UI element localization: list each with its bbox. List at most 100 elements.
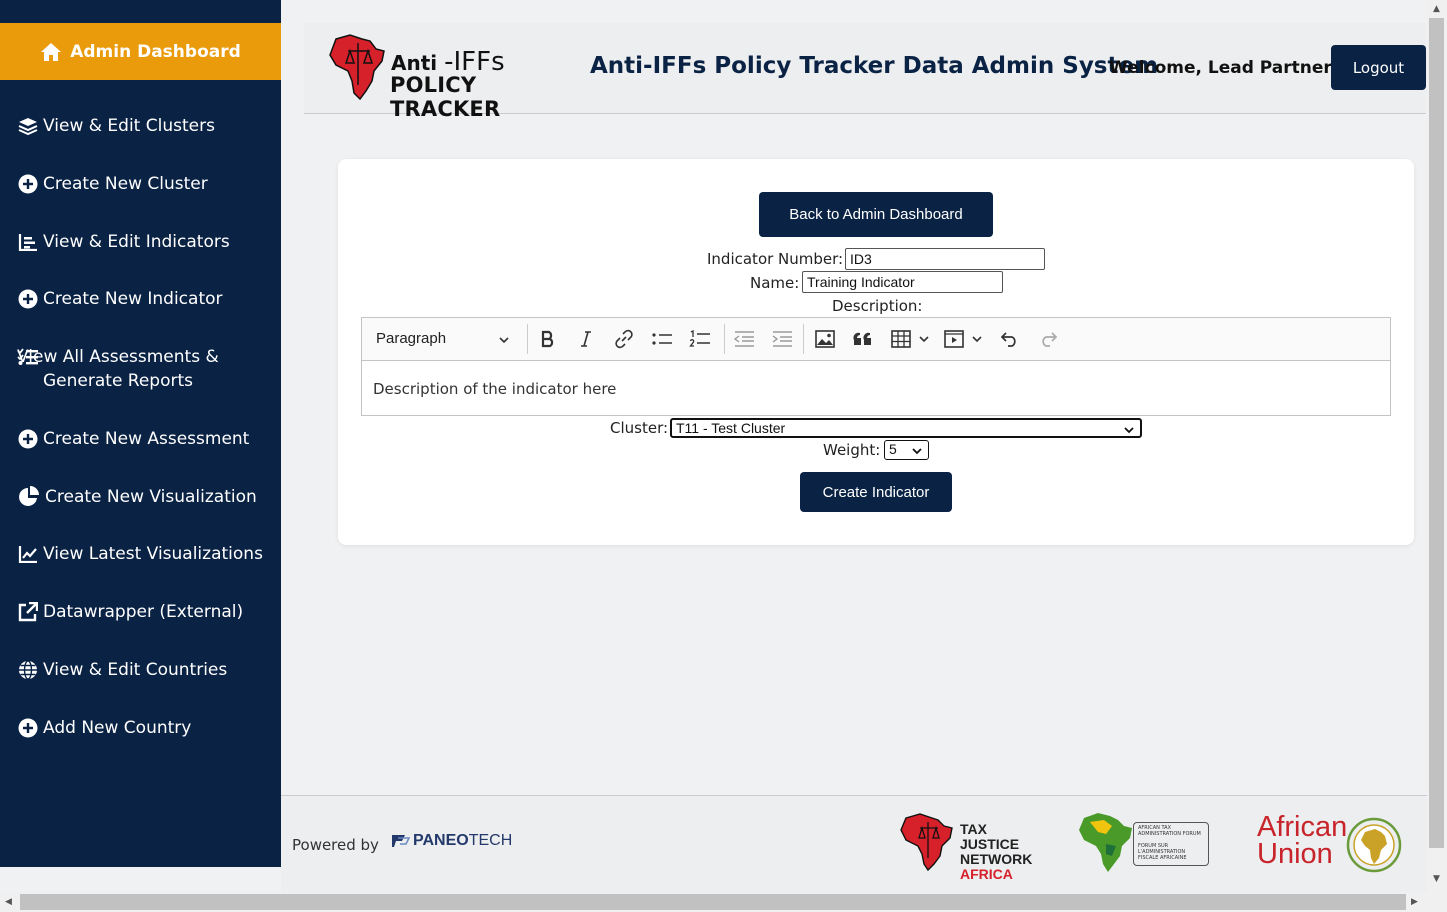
sidebar-item-label: Create New Assessment xyxy=(43,429,250,449)
cluster-select[interactable]: T11 - Test Cluster xyxy=(670,418,1142,438)
sidebar-item-label: Datawrapper (External) xyxy=(43,602,244,622)
sidebar-item-view-edit-countries[interactable]: View & Edit Countries xyxy=(17,658,267,682)
chevron-down-icon xyxy=(911,444,923,461)
tjn-line-2: NETWORK xyxy=(960,851,1033,867)
image-icon[interactable] xyxy=(814,328,836,350)
editor-toolbar: Paragraph xyxy=(362,318,1390,361)
vertical-scroll-thumb[interactable] xyxy=(1429,18,1444,848)
sidebar-item-label: Create New Cluster xyxy=(43,174,208,194)
external-link-icon xyxy=(17,601,39,623)
paneotech-mark-icon xyxy=(392,835,411,847)
create-indicator-button[interactable]: Create Indicator xyxy=(800,472,952,512)
horizontal-scrollbar[interactable]: ◀ ▶ xyxy=(0,892,1427,912)
sidebar-item-label: View & Edit Countries xyxy=(43,660,228,680)
scroll-down-arrow-icon[interactable]: ▼ xyxy=(1433,874,1440,884)
numbered-list-icon[interactable] xyxy=(688,328,712,350)
sidebar-item-view-latest-visualizations[interactable]: View Latest Visualizations xyxy=(17,542,267,566)
cluster-selected-value: T11 - Test Cluster xyxy=(676,420,786,436)
logo-text-policy-tracker: POLICY TRACKER xyxy=(390,73,501,121)
vertical-scrollbar[interactable]: ▲ ▼ xyxy=(1427,0,1447,892)
tjn-line-3: AFRICA xyxy=(960,866,1013,882)
scroll-left-arrow-icon[interactable]: ◀ xyxy=(5,897,12,907)
paneotech-text-a: PANEO xyxy=(413,832,469,849)
undo-icon[interactable] xyxy=(999,328,1021,350)
logout-button[interactable]: Logout xyxy=(1331,45,1426,90)
page-title: Anti-IFFs Policy Tracker Data Admin Syst… xyxy=(590,53,1159,79)
plus-circle-icon xyxy=(17,173,39,195)
african-union-emblem-icon xyxy=(1346,817,1402,873)
description-label: Description: xyxy=(832,297,923,315)
description-editor: Paragraph Description of the indicator h… xyxy=(361,317,1391,416)
sidebar-item-datawrapper[interactable]: Datawrapper (External) xyxy=(17,600,267,624)
ataf-line-1: AFRICAN TAX ADMINISTRATION FORUM xyxy=(1138,825,1201,837)
indicator-number-input[interactable] xyxy=(845,248,1045,270)
ataf-line-2: FORUM SUR L'ADMINISTRATION FISCALE AFRIC… xyxy=(1138,843,1187,861)
sidebar-item-add-country[interactable]: Add New Country xyxy=(17,716,267,740)
list-chart-icon xyxy=(17,231,39,253)
sidebar-item-label: View & Edit Indicators xyxy=(43,232,230,252)
sidebar-item-view-assessments[interactable]: View All Assessments & Generate Reports xyxy=(17,345,267,393)
sidebar-admin-dashboard-label: Admin Dashboard xyxy=(70,41,241,62)
table-icon[interactable] xyxy=(890,328,912,350)
layers-icon xyxy=(17,115,39,137)
weight-select[interactable]: 5 xyxy=(884,440,929,460)
weight-label: Weight: xyxy=(823,441,881,459)
paneotech-text-b: TECH xyxy=(468,832,513,849)
media-embed-icon[interactable] xyxy=(943,328,965,350)
sidebar-item-create-visualization[interactable]: Create New Visualization xyxy=(17,485,267,509)
ataf-logo: AFRICAN TAX ADMINISTRATION FORUM FORUM SU… xyxy=(1076,810,1216,875)
cluster-label: Cluster: xyxy=(610,419,669,437)
logo-text-anti: Anti xyxy=(391,51,438,75)
indent-icon[interactable] xyxy=(770,328,794,350)
sidebar-item-view-edit-indicators[interactable]: View & Edit Indicators xyxy=(17,230,267,254)
sidebar: Admin Dashboard View & Edit Clusters Cre… xyxy=(0,0,281,867)
link-icon[interactable] xyxy=(613,328,635,350)
bulleted-list-icon[interactable] xyxy=(650,328,674,350)
block-style-dropdown[interactable]: Paragraph xyxy=(376,330,446,347)
sidebar-item-label: Add New Country xyxy=(43,718,192,738)
plus-circle-icon xyxy=(17,717,39,739)
horizontal-scroll-thumb[interactable] xyxy=(20,894,1406,910)
create-indicator-card: Back to Admin Dashboard Indicator Number… xyxy=(338,159,1414,545)
africa-map-icon xyxy=(329,34,385,101)
scroll-up-arrow-icon[interactable]: ▲ xyxy=(1433,4,1440,14)
sidebar-item-create-indicator[interactable]: Create New Indicator xyxy=(17,287,267,311)
ataf-text-box: AFRICAN TAX ADMINISTRATION FORUM FORUM SU… xyxy=(1133,822,1209,866)
sidebar-item-label: View All Assessments & Generate Reports xyxy=(17,347,219,391)
chevron-down-icon[interactable] xyxy=(917,328,931,350)
bold-icon[interactable] xyxy=(537,328,559,350)
pie-chart-icon xyxy=(17,486,41,508)
african-union-logo: African Union xyxy=(1257,813,1407,876)
paneotech-logo[interactable]: PANEO TECH xyxy=(391,832,512,850)
name-input[interactable] xyxy=(802,271,1003,293)
back-to-dashboard-button[interactable]: Back to Admin Dashboard xyxy=(759,192,993,237)
sidebar-item-create-assessment[interactable]: Create New Assessment xyxy=(17,427,267,451)
sidebar-item-create-cluster[interactable]: Create New Cluster xyxy=(17,172,267,196)
sidebar-admin-dashboard[interactable]: Admin Dashboard xyxy=(0,23,281,80)
plus-circle-icon xyxy=(17,288,39,310)
editor-content[interactable]: Description of the indicator here xyxy=(373,380,616,398)
home-icon xyxy=(40,42,62,62)
chevron-down-icon xyxy=(1123,423,1135,440)
tax-justice-network-africa-logo: TAX JUSTICE NETWORK AFRICA xyxy=(898,812,1033,882)
sidebar-item-view-edit-clusters[interactable]: View & Edit Clusters xyxy=(17,114,267,138)
line-chart-icon xyxy=(17,543,39,565)
sidebar-item-label: View Latest Visualizations xyxy=(43,544,263,564)
scrollbar-corner xyxy=(1427,892,1447,912)
plus-circle-icon xyxy=(17,428,39,450)
redo-icon[interactable] xyxy=(1037,328,1059,350)
chevron-down-icon[interactable] xyxy=(498,331,510,350)
africa-map-icon xyxy=(900,813,953,872)
au-line-2: Union xyxy=(1257,838,1333,870)
header: Anti -IFFs POLICY TRACKER Anti-IFFs Poli… xyxy=(304,23,1426,121)
blockquote-icon[interactable] xyxy=(852,328,874,350)
sidebar-item-label: View & Edit Clusters xyxy=(43,116,215,136)
tjn-line-1: TAX JUSTICE xyxy=(960,821,1020,852)
outdent-icon[interactable] xyxy=(732,328,756,350)
scroll-right-arrow-icon[interactable]: ▶ xyxy=(1411,897,1418,907)
africa-map-icon xyxy=(1079,813,1132,872)
welcome-message: Welcome, Lead Partner! xyxy=(1109,58,1340,78)
chevron-down-icon[interactable] xyxy=(970,328,984,350)
italic-icon[interactable] xyxy=(575,328,597,350)
sidebar-item-label: Create New Visualization xyxy=(45,487,257,507)
